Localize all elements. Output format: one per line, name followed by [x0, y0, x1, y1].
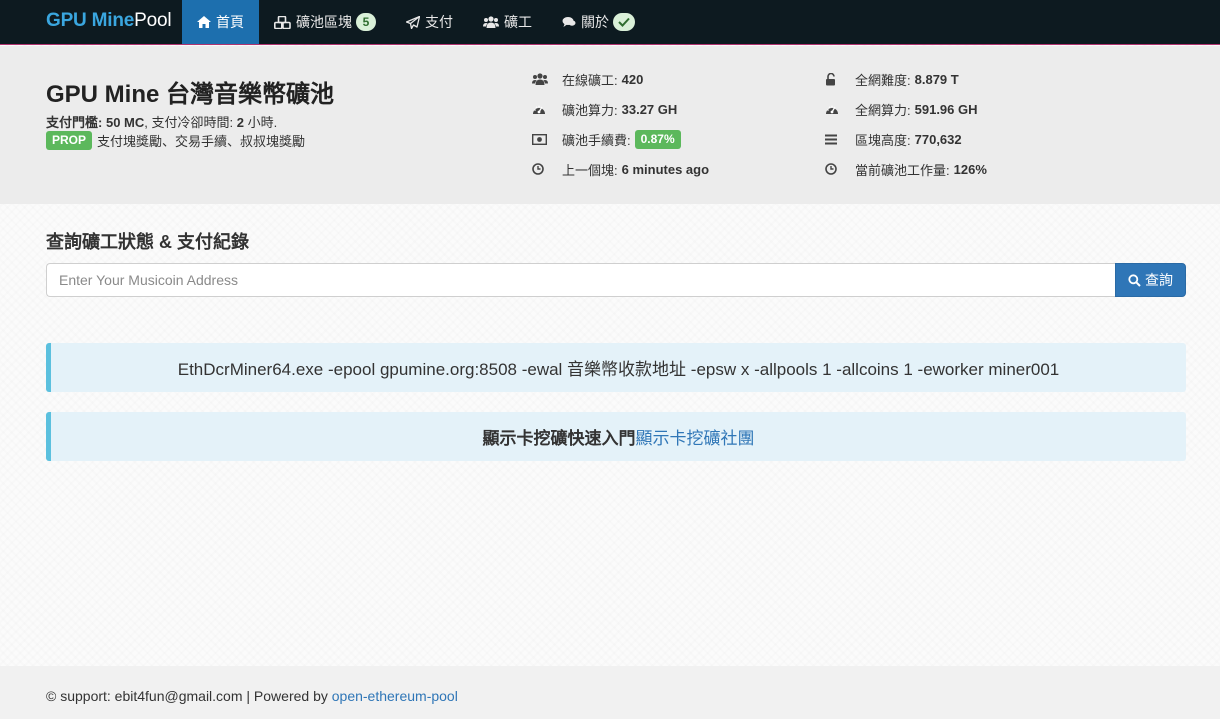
main-nav: 首頁 礦池區塊 5 支付 礦工 關於	[182, 0, 650, 44]
scheme-description: 支付塊獎勵、交易手續、叔叔塊獎勵	[97, 134, 306, 149]
stat-label: 礦池手續費:	[562, 132, 631, 148]
footer-support: © support: ebit4fun@gmail.com | Powered …	[46, 688, 332, 704]
brand-suffix: Pool	[134, 10, 172, 31]
community-link[interactable]: 顯示卡挖礦社團	[636, 424, 755, 449]
footer-text: © support: ebit4fun@gmail.com | Powered …	[46, 688, 458, 704]
stat-round-shares: 當前礦池工作量: 126%	[825, 154, 987, 184]
stat-network-hashrate: 全網算力: 591.96 GH	[825, 94, 987, 124]
stat-label: 當前礦池工作量:	[855, 162, 950, 178]
nav-item-label: 支付	[425, 14, 453, 30]
check-icon	[613, 13, 635, 31]
scheme-badge: PROP	[46, 131, 93, 150]
pool-stats: 在線礦工: 420 礦池算力: 33.27 GH 礦池手續費: 0.87% 上一…	[532, 64, 709, 184]
stat-value: 8.879 T	[914, 71, 959, 87]
nav-item-home[interactable]: 首頁	[182, 0, 259, 44]
stat-value: 6 minutes ago	[621, 161, 710, 177]
stat-online-miners: 在線礦工: 420	[532, 64, 709, 94]
cubes-icon	[274, 15, 291, 29]
home-icon	[197, 16, 211, 28]
nav-item-blocks[interactable]: 礦池區塊 5	[259, 0, 391, 44]
nav-item-miners[interactable]: 礦工	[468, 0, 547, 44]
payout-scheme: PROP 支付塊獎勵、交易手續、叔叔塊獎勵	[46, 131, 305, 150]
nav-item-payments[interactable]: 支付	[391, 0, 468, 44]
stat-pool-hashrate: 礦池算力: 33.27 GH	[532, 94, 709, 124]
payout-threshold-value: 50 MC	[105, 115, 145, 130]
stat-block-height: 區塊高度: 770,632	[825, 124, 987, 154]
brand-logo[interactable]: GPU MinePool	[46, 10, 172, 32]
stat-label: 在線礦工:	[562, 72, 618, 88]
network-stats: 全網難度: 8.879 T 全網算力: 591.96 GH 區塊高度: 770,…	[825, 64, 987, 184]
stat-label: 區塊高度:	[855, 132, 911, 148]
dashboard-icon	[825, 103, 855, 115]
miner-command-text: EthDcrMiner64.exe -epool gpumine.org:850…	[177, 360, 1060, 379]
payout-info: 支付門檻: 50 MC, 支付冷卻時間: 2 小時.	[46, 112, 277, 131]
cooldown-unit: 小時.	[247, 115, 278, 130]
fee-badge: 0.87%	[634, 129, 681, 149]
navbar: GPU MinePool 首頁 礦池區塊 5 支付 礦工 關於	[0, 0, 1220, 45]
clock-icon	[825, 163, 855, 175]
search-button[interactable]: 查詢	[1115, 263, 1186, 297]
bars-icon	[825, 134, 855, 145]
stat-pool-fee: 礦池手續費: 0.87%	[532, 124, 709, 154]
brand-name: GPU Mine	[46, 10, 135, 31]
stat-label: 全網算力:	[855, 102, 911, 118]
cooldown-label: , 支付冷卻時間:	[144, 115, 234, 130]
stat-last-block: 上一個塊: 6 minutes ago	[532, 154, 709, 184]
stat-label: 全網難度:	[855, 72, 911, 88]
comments-icon	[562, 16, 576, 28]
miner-command-alert: EthDcrMiner64.exe -epool gpumine.org:850…	[46, 343, 1186, 392]
nav-item-label: 礦工	[504, 14, 532, 30]
address-search-input[interactable]	[46, 263, 1116, 297]
stat-network-difficulty: 全網難度: 8.879 T	[825, 64, 987, 94]
clock-icon	[532, 163, 562, 175]
pool-summary-panel: GPU Mine 台灣音樂幣礦池 支付門檻: 50 MC, 支付冷卻時間: 2 …	[0, 46, 1220, 204]
users-icon	[483, 16, 499, 28]
dashboard-icon	[532, 103, 562, 115]
nav-item-label: 礦池區塊	[296, 14, 352, 30]
nav-item-about[interactable]: 關於	[547, 0, 650, 44]
footer: © support: ebit4fun@gmail.com | Powered …	[0, 666, 1220, 719]
query-title: 查詢礦工狀態 & 支付紀錄	[46, 232, 249, 252]
stat-value: 420	[621, 71, 644, 87]
guide-alert: 顯示卡挖礦快速入門 顯示卡挖礦社團	[46, 412, 1186, 461]
payout-threshold-label: 支付門檻:	[46, 115, 103, 130]
nav-item-label: 首頁	[216, 14, 244, 30]
unlock-icon	[825, 72, 855, 86]
paper-plane-icon	[406, 15, 420, 29]
users-icon	[532, 73, 562, 85]
stat-value: 33.27 GH	[621, 101, 678, 117]
search-icon	[1128, 273, 1141, 287]
page-title: GPU Mine 台灣音樂幣礦池	[46, 81, 335, 108]
nav-item-label: 關於	[581, 14, 609, 30]
stat-value: 591.96 GH	[914, 101, 978, 117]
stat-label: 上一個塊:	[562, 162, 618, 178]
cooldown-value: 2	[236, 115, 244, 130]
open-ethereum-pool-link[interactable]: open-ethereum-pool	[332, 688, 458, 704]
stat-value: 126%	[953, 161, 987, 177]
stat-value: 770,632	[914, 131, 962, 147]
stat-label: 礦池算力:	[562, 102, 618, 118]
search-button-label: 查詢	[1145, 272, 1173, 288]
guide-title: 顯示卡挖礦快速入門	[482, 429, 636, 448]
money-icon	[532, 133, 562, 145]
blocks-count-badge: 5	[356, 13, 376, 31]
